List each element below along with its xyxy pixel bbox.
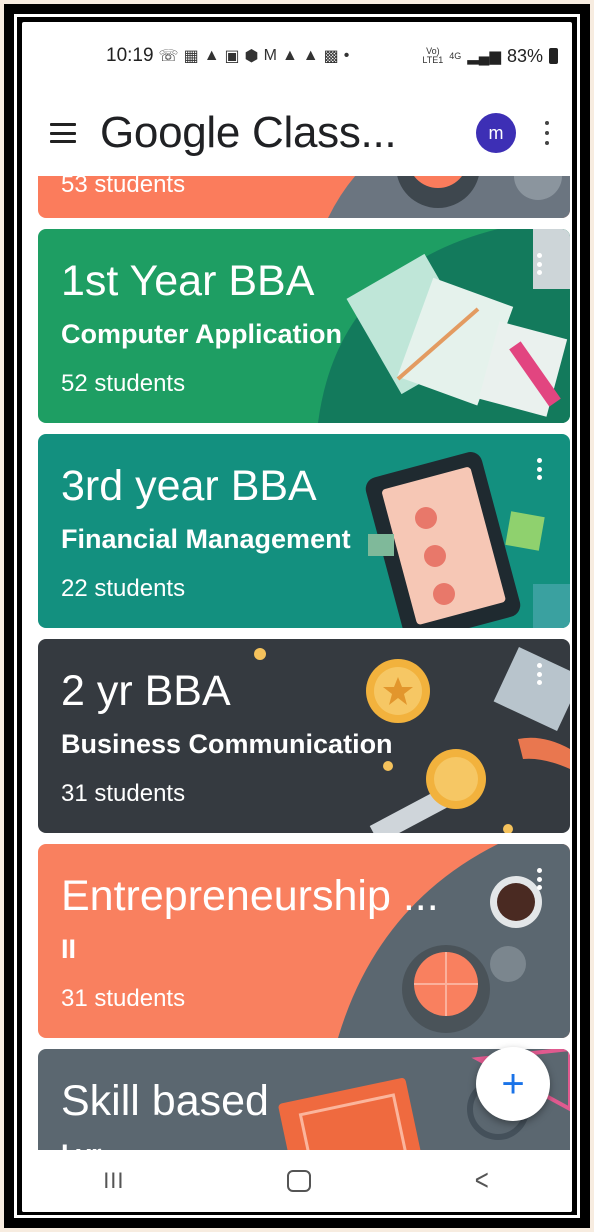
card-more-icon[interactable]: [537, 458, 542, 480]
network-indicator: 4G: [449, 50, 462, 61]
class-title: 2 yr BBA: [61, 667, 231, 715]
alert-icon: ▲: [302, 47, 319, 64]
status-time: 10:19: [106, 45, 154, 66]
avatar[interactable]: m: [476, 113, 516, 153]
alert-icon: ▲: [203, 47, 220, 64]
class-list: 53 students 1st Year BBA Computer Applic…: [22, 176, 572, 1150]
class-card[interactable]: 1st Year BBA Computer Application 52 stu…: [38, 229, 570, 423]
app-bar: Google Class... m: [22, 90, 572, 176]
add-class-button[interactable]: +: [476, 1047, 550, 1121]
dot-icon: •: [343, 47, 350, 64]
status-bar: 10:19 ☏ ▦ ▲ ▣ ⬢ M ▲ ▲ ▩ • Vo) LTE1 4G ▂▄▆…: [22, 22, 572, 90]
more-options-icon[interactable]: [544, 121, 550, 145]
alert-icon: ▲: [281, 47, 298, 64]
card-more-icon[interactable]: [537, 253, 542, 275]
app-title: Google Class...: [100, 108, 397, 157]
class-title: Entrepreneurship ...: [61, 872, 439, 920]
class-subtitle: II: [61, 934, 77, 964]
class-subtitle: Business Communication: [61, 729, 393, 759]
battery-percent: 83%: [506, 45, 543, 66]
class-subtitle: I yr: [61, 1139, 102, 1150]
class-subtitle: Financial Management: [61, 524, 351, 554]
card-more-icon[interactable]: [537, 663, 542, 685]
class-title: 3rd year BBA: [61, 462, 317, 510]
battery-icon: [549, 48, 558, 64]
class-title: 1st Year BBA: [61, 257, 315, 305]
whatsapp-icon: ☏: [158, 48, 179, 65]
image-icon: ▩: [323, 48, 339, 65]
student-count: 22 students: [61, 575, 186, 602]
class-card[interactable]: Entrepreneurship ... II 31 students: [38, 844, 570, 1038]
app-icon: ⬢: [244, 48, 259, 65]
menu-icon[interactable]: [50, 123, 76, 143]
class-subtitle: Computer Application: [61, 319, 342, 349]
app-icon: ▦: [183, 48, 199, 65]
class-title: Skill based: [61, 1077, 269, 1125]
class-card[interactable]: 2 yr BBA Business Communication 31 stude…: [38, 639, 570, 833]
student-count: 31 students: [61, 985, 186, 1012]
recents-button[interactable]: III: [103, 1168, 124, 1194]
phone-screen: 10:19 ☏ ▦ ▲ ▣ ⬢ M ▲ ▲ ▩ • Vo) LTE1 4G ▂▄▆…: [22, 22, 572, 1212]
lte-indicator: Vo) LTE1: [422, 46, 444, 65]
back-button[interactable]: <: [475, 1164, 489, 1198]
system-nav-bar: III <: [22, 1150, 572, 1212]
home-button[interactable]: [286, 1170, 311, 1192]
student-count: 53 students: [61, 176, 186, 198]
voicemail-icon: ▣: [224, 48, 240, 65]
card-more-icon[interactable]: [537, 868, 542, 890]
gmail-icon: M: [263, 47, 277, 64]
class-card[interactable]: 53 students: [38, 176, 570, 218]
student-count: 52 students: [61, 370, 186, 397]
class-card[interactable]: 3rd year BBA Financial Management 22 stu…: [38, 434, 570, 628]
signal-icon: ▂▄▆: [467, 48, 501, 65]
student-count: 31 students: [61, 780, 186, 807]
